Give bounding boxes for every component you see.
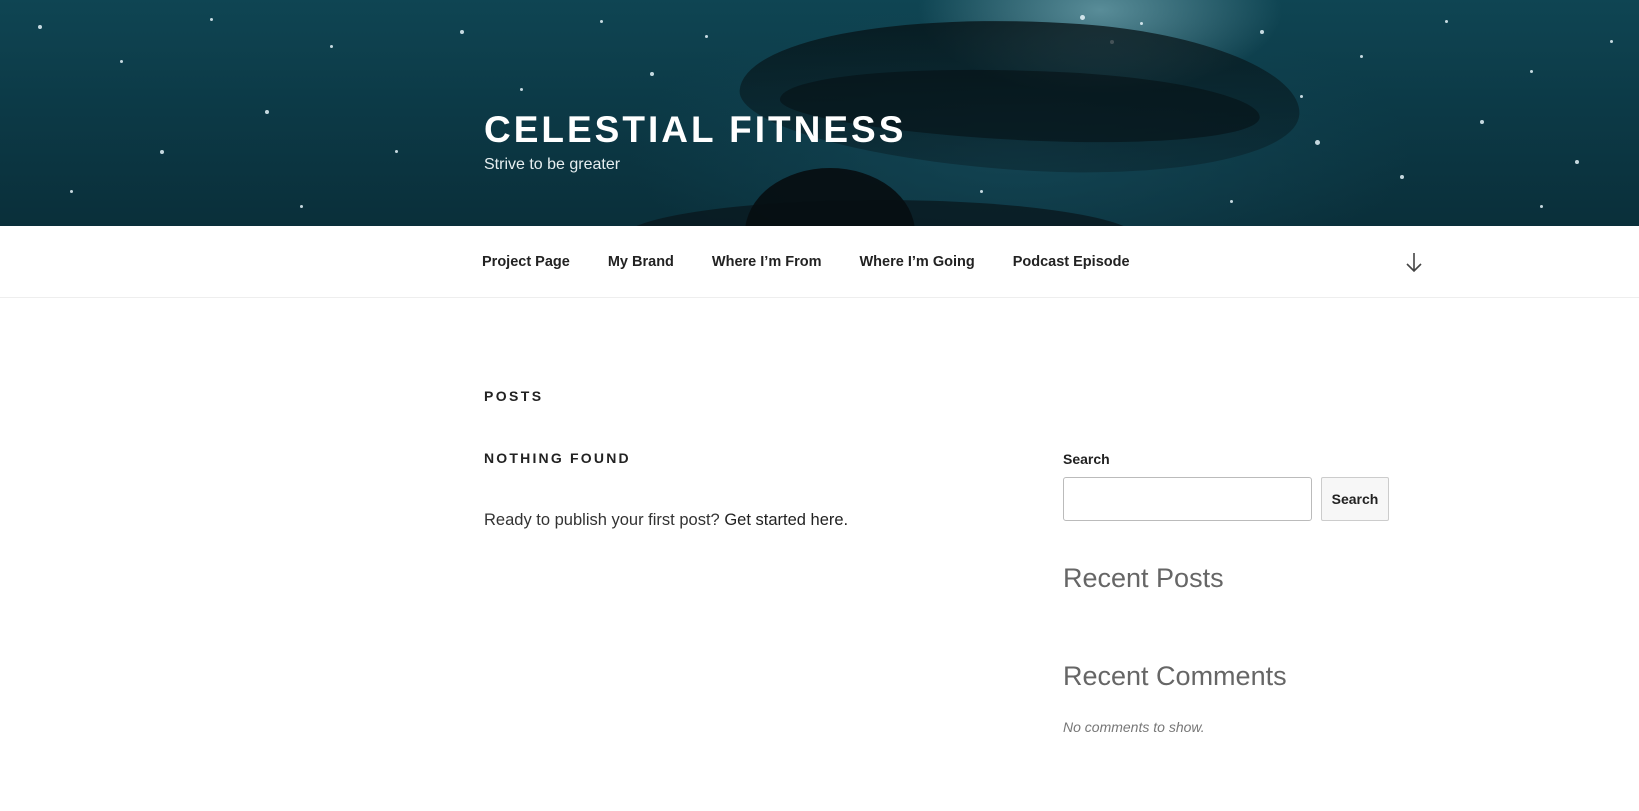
- empty-posts-text: Ready to publish your first post?: [484, 511, 720, 529]
- nav-menu: Project Page My Brand Where I’m From Whe…: [482, 226, 1168, 298]
- nav-item-my-brand[interactable]: My Brand: [608, 254, 674, 270]
- search-label: Search: [1063, 451, 1110, 467]
- nav-item-project-page[interactable]: Project Page: [482, 254, 570, 270]
- search-button[interactable]: Search: [1321, 477, 1389, 521]
- empty-posts-message: Ready to publish your first post? Get st…: [484, 511, 848, 530]
- nav-item-podcast-episode[interactable]: Podcast Episode: [1013, 254, 1130, 270]
- no-comments-text: No comments to show.: [1063, 719, 1205, 735]
- site-tagline: Strive to be greater: [484, 156, 621, 173]
- nav-item-where-im-from[interactable]: Where I’m From: [712, 254, 822, 270]
- recent-comments-heading: Recent Comments: [1063, 661, 1287, 691]
- recent-posts-heading: Recent Posts: [1063, 563, 1224, 593]
- get-started-link[interactable]: Get started here.: [724, 511, 848, 529]
- main-navigation: Project Page My Brand Where I’m From Whe…: [0, 226, 1639, 298]
- site-title[interactable]: CELESTIAL FITNESS: [484, 108, 906, 152]
- site-header: CELESTIAL FITNESS Strive to be greater: [0, 0, 1639, 226]
- search-input[interactable]: [1063, 477, 1312, 521]
- site-branding: CELESTIAL FITNESS Strive to be greater: [484, 108, 906, 174]
- arrow-down-icon[interactable]: [1404, 250, 1424, 276]
- page-title: POSTS: [484, 388, 544, 404]
- nothing-found-heading: NOTHING FOUND: [484, 450, 631, 466]
- nav-item-where-im-going[interactable]: Where I’m Going: [860, 254, 975, 270]
